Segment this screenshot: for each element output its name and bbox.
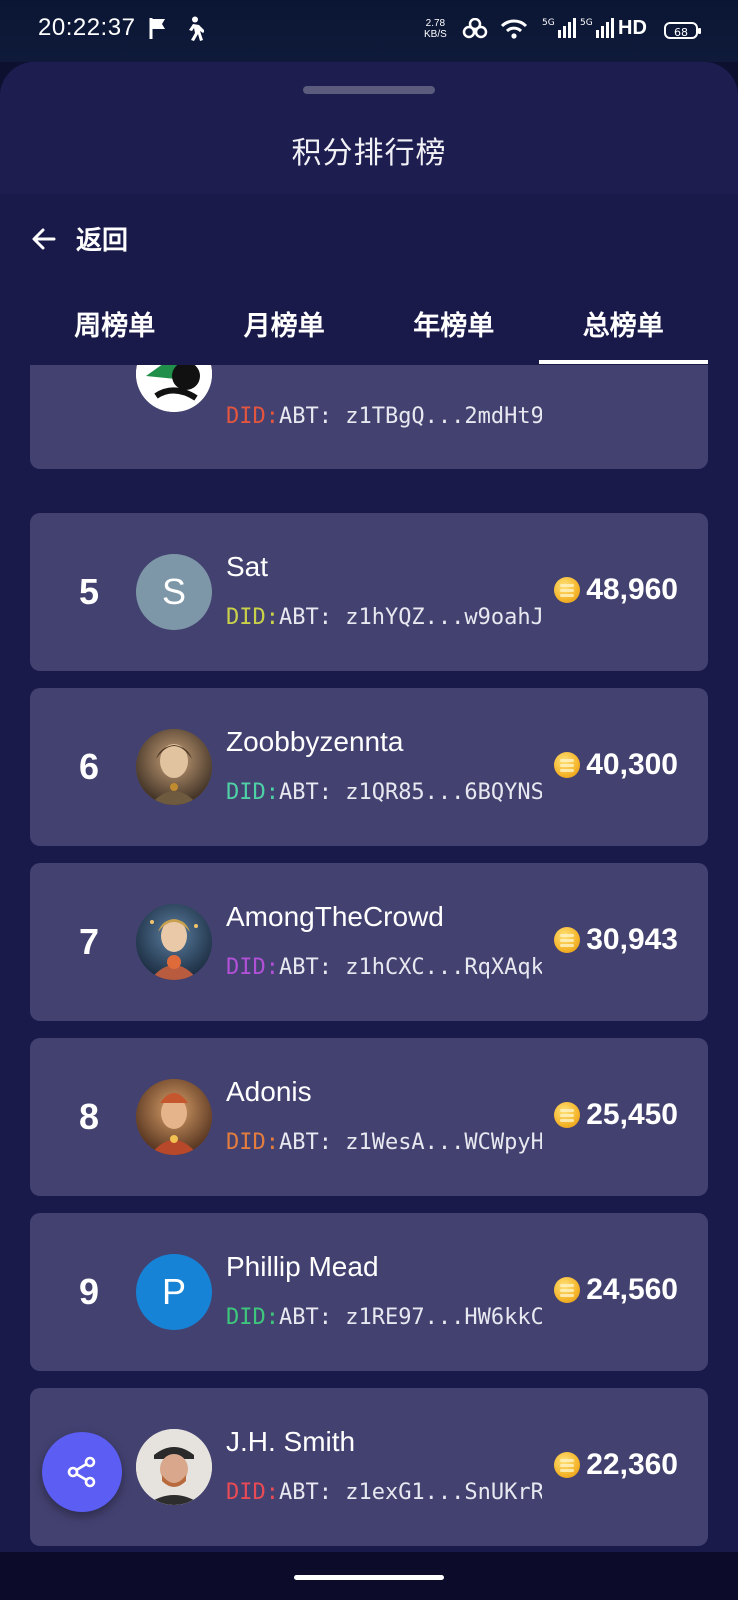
score: 40,300: [554, 748, 678, 782]
coin-stack-icon: [554, 752, 581, 778]
ranking-sheet: 积分排行榜 返回 周榜单 月榜单 年榜单 总榜单 DID:ABT: z1TBgQ…: [0, 62, 738, 1600]
rank-number: 7: [78, 921, 100, 962]
net-speed-unit: KB/S: [424, 29, 447, 40]
did-text: DID:ABT: z1QR85...6BQYNS: [226, 780, 542, 805]
did-prefix: DID:: [226, 1130, 279, 1155]
did-value: ABT: z1hCXC...RqXAqk: [278, 955, 542, 980]
leaderboard-row[interactable]: 7 AmongTheCrowd DID:ABT: z1hCXC...RqXAqk…: [30, 863, 708, 1021]
did-text: DID:ABT: z1exG1...SnUKrR: [226, 1480, 542, 1505]
score: 24,560: [554, 1273, 678, 1307]
avatar: [136, 1429, 212, 1505]
score-value: 24,560: [586, 1273, 678, 1306]
share-nodes-icon: [67, 1456, 96, 1488]
leaderboard-row[interactable]: 6 Zoobbyzennta DID:ABT: z1QR85...6BQYNS …: [30, 688, 708, 846]
signal-1-icon: 5G: [542, 18, 576, 38]
score-value: 25,450: [586, 1098, 678, 1131]
back-label: 返回: [76, 226, 129, 256]
did-value: ABT: z1exG1...SnUKrR: [278, 1480, 542, 1505]
coin-stack-icon: [554, 1277, 581, 1303]
coin-stack-icon: [554, 1452, 581, 1478]
wifi-icon: [500, 18, 528, 46]
signal-2-icon: 5G: [580, 18, 614, 38]
battery-icon: 68: [664, 22, 701, 39]
leaderboard-row[interactable]: DID:ABT: z1TBgQ...2mdHt9: [30, 365, 708, 469]
share-button[interactable]: [42, 1432, 122, 1512]
avatar: [136, 904, 212, 980]
did-text: DID:ABT: z1WesA...WCWpyH: [226, 1130, 542, 1155]
user-name: J.H. Smith: [226, 1426, 356, 1457]
sig2-label: 5G: [580, 18, 593, 28]
flag-icon: [148, 16, 168, 46]
avatar: P: [136, 1254, 212, 1330]
leaderboard-row[interactable]: 10 J.H. Smith DID:ABT: z1exG1...SnUKrR 2…: [30, 1388, 708, 1546]
tab-yearly[interactable]: 年榜单: [369, 296, 539, 354]
status-bar: 20:22:37 2.78 KB/S 5G 5G HD 68: [0, 0, 738, 62]
score-value: 40,300: [586, 748, 678, 781]
rank-number: 6: [78, 746, 100, 787]
hotspot-icon: [462, 17, 488, 46]
sheet-title: 积分排行榜: [291, 136, 447, 171]
did-prefix: DID:: [226, 404, 279, 429]
did-text: DID:ABT: z1RE97...HW6kkC: [226, 1305, 542, 1330]
user-name: Adonis: [226, 1076, 312, 1107]
score: 25,450: [554, 1098, 678, 1132]
did-prefix: DID:: [226, 955, 279, 980]
sig1-label: 5G: [542, 18, 555, 28]
user-name: AmongTheCrowd: [226, 901, 444, 932]
did-value: ABT: z1hYQZ...w9oahJ: [278, 605, 542, 630]
user-name: Zoobbyzennta: [226, 726, 404, 757]
period-tabs: 周榜单 月榜单 年榜单 总榜单: [30, 296, 709, 364]
did-prefix: DID:: [226, 1480, 279, 1505]
net-speed: 2.78 KB/S: [424, 18, 447, 40]
score: 22,360: [554, 1448, 678, 1482]
did-text: DID:ABT: z1hCXC...RqXAqk: [226, 955, 542, 980]
did-text: DID:ABT: z1hYQZ...w9oahJ: [226, 605, 542, 630]
avatar: S: [136, 554, 212, 630]
coin-stack-icon: [554, 1102, 581, 1128]
status-time: 20:22:37: [38, 14, 136, 41]
hd-indicator: HD: [618, 17, 647, 39]
score-value: 48,960: [586, 573, 678, 606]
rank-number: 8: [78, 1096, 100, 1137]
tab-overall[interactable]: 总榜单: [538, 296, 709, 364]
did-text: DID:ABT: z1TBgQ...2mdHt9: [226, 404, 542, 429]
leaderboard-row[interactable]: 8 Adonis DID:ABT: z1WesA...WCWpyH 25,450: [30, 1038, 708, 1196]
did-prefix: DID:: [226, 605, 279, 630]
leaderboard-row[interactable]: 9 P Phillip Mead DID:ABT: z1RE97...HW6kk…: [30, 1213, 708, 1371]
leaderboard-row[interactable]: 5 S Sat DID:ABT: z1hYQZ...w9oahJ 48,960: [30, 513, 708, 671]
leaderboard-list[interactable]: DID:ABT: z1TBgQ...2mdHt9 5 S Sat DID:ABT…: [0, 365, 738, 1585]
did-prefix: DID:: [226, 1305, 279, 1330]
did-value: ABT: z1TBgQ...2mdHt9: [278, 404, 542, 429]
back-button[interactable]: 返回: [30, 220, 128, 257]
avatar: [136, 365, 212, 412]
avatar: [136, 729, 212, 805]
tab-monthly[interactable]: 月榜单: [200, 296, 370, 354]
did-value: ABT: z1RE97...HW6kkC: [278, 1305, 542, 1330]
coin-stack-icon: [554, 577, 581, 603]
score-value: 30,943: [586, 923, 678, 956]
user-name: Phillip Mead: [226, 1251, 379, 1282]
coin-stack-icon: [554, 927, 581, 953]
user-name: Sat: [226, 551, 269, 582]
rank-number: 5: [78, 571, 100, 612]
drag-handle[interactable]: [303, 86, 435, 94]
score-value: 22,360: [586, 1448, 678, 1481]
rank-number: 9: [78, 1271, 100, 1312]
score: 48,960: [554, 573, 678, 607]
score: 30,943: [554, 923, 678, 957]
did-prefix: DID:: [226, 780, 279, 805]
net-speed-value: 2.78: [425, 18, 446, 29]
walking-icon: [184, 16, 205, 48]
arrow-left-icon: [32, 228, 56, 249]
home-indicator[interactable]: [294, 1575, 444, 1580]
did-value: ABT: z1QR85...6BQYNS: [278, 780, 542, 805]
did-value: ABT: z1WesA...WCWpyH: [278, 1130, 542, 1155]
avatar: [136, 1079, 212, 1155]
tab-weekly[interactable]: 周榜单: [30, 296, 200, 354]
